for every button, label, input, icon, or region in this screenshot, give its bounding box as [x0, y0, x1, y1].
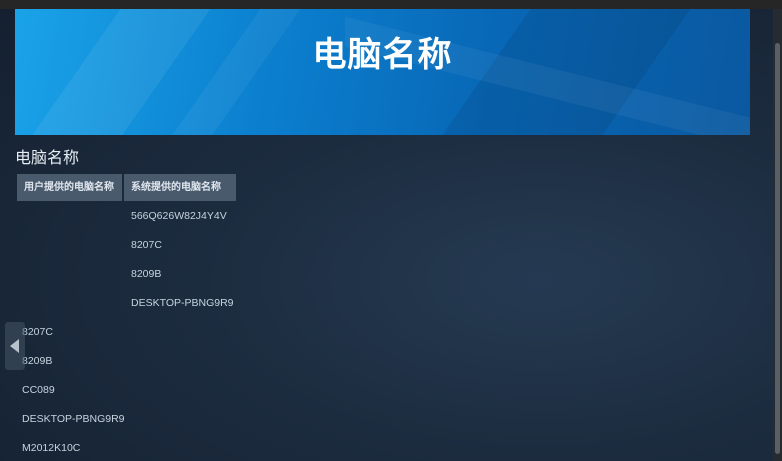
- column-header-user-name: 用户提供的电脑名称: [17, 174, 122, 201]
- table-cell-system-name: 8207C: [131, 239, 162, 251]
- column-header-system-name: 系统提供的电脑名称: [124, 174, 236, 201]
- previous-page-button[interactable]: [5, 322, 25, 370]
- table-cell-user-name: DESKTOP-PBNG9R9: [22, 413, 125, 425]
- vertical-scrollbar[interactable]: [773, 9, 782, 461]
- table-cell-user-name: 8207C: [22, 326, 53, 338]
- table-cell-user-name: CC089: [22, 384, 55, 396]
- window-top-bar: [0, 0, 782, 9]
- table-cell-user-name: M2012K10C: [22, 442, 81, 454]
- table-cell-system-name: DESKTOP-PBNG9R9: [131, 297, 234, 309]
- table-cell-user-name: 8209B: [22, 355, 53, 367]
- section-title: 电脑名称: [15, 150, 80, 167]
- table-cell-system-name: 8209B: [131, 268, 162, 280]
- banner-title: 电脑名称: [312, 36, 453, 74]
- header-banner: 电脑名称: [15, 9, 750, 135]
- chevron-left-icon: [10, 339, 19, 353]
- page-content: 电脑名称 电脑名称 用户提供的电脑名称 系统提供的电脑名称 566Q626W82…: [0, 9, 773, 461]
- table-header: 用户提供的电脑名称 系统提供的电脑名称: [17, 174, 236, 201]
- scrollbar-thumb[interactable]: [775, 43, 780, 454]
- table-cell-system-name: 566Q626W82J4Y4V: [131, 210, 227, 222]
